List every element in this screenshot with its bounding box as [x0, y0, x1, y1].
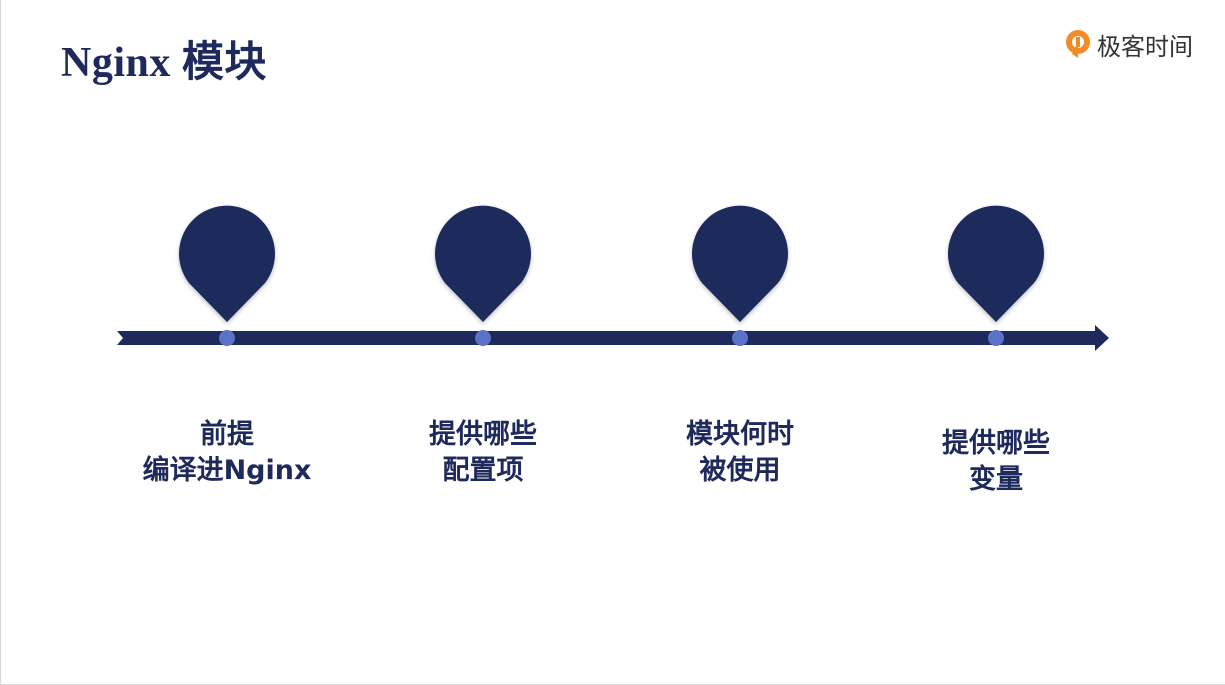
- milestone-label-line1: 提供哪些: [429, 419, 537, 450]
- milestone-pin-2: [435, 205, 531, 322]
- milestone-pin-4: [948, 205, 1044, 322]
- milestone-label-line1: 前提: [200, 419, 254, 450]
- milestone-label-4: 提供哪些 变量: [886, 426, 1106, 498]
- milestone-dot-3: [732, 330, 748, 346]
- milestone-label-line2: 变量: [969, 464, 1023, 495]
- milestone-label-line2: 编译进Nginx: [142, 455, 312, 486]
- milestone-label-1: 前提 编译进Nginx: [117, 417, 337, 489]
- milestone-pin-1: [179, 205, 275, 322]
- milestone-dot-4: [988, 330, 1004, 346]
- milestone-label-line2: 被使用: [699, 455, 781, 486]
- milestone-dot-2: [475, 330, 491, 346]
- milestone-label-2: 提供哪些 配置项: [373, 417, 593, 489]
- milestone-label-line1: 模块何时: [686, 419, 794, 450]
- timeline: [117, 205, 1109, 351]
- milestone-label-line2: 配置项: [442, 455, 524, 486]
- milestone-label-3: 模块何时 被使用: [630, 417, 850, 489]
- slide: Nginx 模块 极客时间 前提 编译进Nginx 提供哪些 配置项 模块何时 …: [0, 0, 1225, 685]
- milestone-dot-1: [219, 330, 235, 346]
- milestone-label-line1: 提供哪些: [942, 428, 1050, 459]
- timeline-arrow: [117, 325, 1109, 351]
- milestone-pin-3: [692, 205, 788, 322]
